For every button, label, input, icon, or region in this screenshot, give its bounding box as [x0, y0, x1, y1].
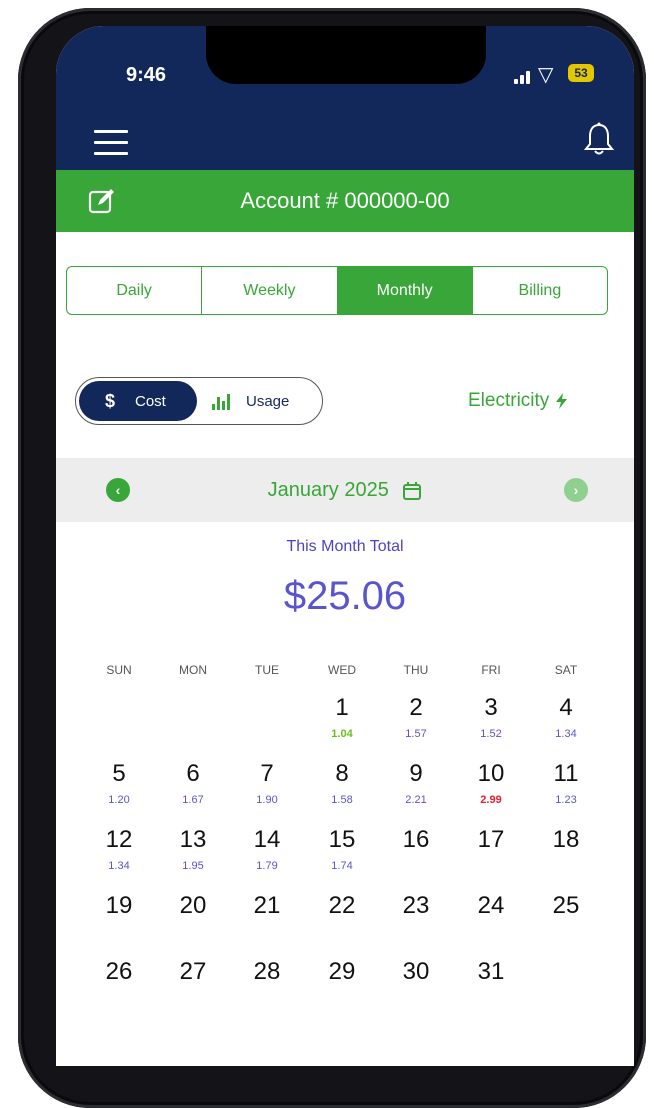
- day-cost-value: 2.99: [480, 794, 502, 806]
- day-cost-value: 1.57: [405, 728, 427, 740]
- app-header: 9:46 ▽ 53: [56, 26, 634, 170]
- calendar-day[interactable]: 6: [168, 760, 218, 788]
- calendar-day[interactable]: 31: [466, 958, 516, 986]
- calendar-day[interactable]: 10: [466, 760, 516, 788]
- cost-label: Cost: [135, 393, 166, 410]
- calendar-day[interactable]: 1: [317, 694, 367, 722]
- month-picker[interactable]: January 2025: [56, 458, 634, 522]
- bell-icon[interactable]: [584, 122, 614, 156]
- day-cost-value: 1.74: [331, 860, 353, 872]
- status-time: 9:46: [126, 64, 167, 86]
- calendar-day[interactable]: 7: [242, 760, 292, 788]
- day-cost-value: 1.90: [256, 794, 278, 806]
- calendar-day[interactable]: 24: [466, 892, 516, 920]
- calendar-day[interactable]: 19: [94, 892, 144, 920]
- app-screen: 9:46 ▽ 53 Account # 000000-00 Daily Week…: [56, 26, 634, 1066]
- calendar-day[interactable]: 14: [242, 826, 292, 854]
- previous-month-icon[interactable]: ‹: [106, 478, 130, 502]
- account-title: Account # 000000-00: [240, 188, 450, 213]
- calendar-day[interactable]: 15: [317, 826, 367, 854]
- calendar-day[interactable]: 21: [242, 892, 292, 920]
- calendar-day[interactable]: 17: [466, 826, 516, 854]
- calendar-day[interactable]: 4: [541, 694, 591, 722]
- calendar-day[interactable]: 9: [391, 760, 441, 788]
- cost-option[interactable]: $ Cost: [79, 381, 197, 421]
- hamburger-menu-icon[interactable]: [94, 130, 128, 156]
- weekday-tue: TUE: [255, 663, 279, 677]
- calendar-day[interactable]: 28: [242, 958, 292, 986]
- dollar-icon: $: [105, 391, 116, 411]
- weekday-wed: WED: [328, 663, 356, 677]
- bar-chart-icon: [212, 394, 230, 410]
- weekday-fri: FRI: [481, 663, 501, 677]
- day-cost-value: 1.34: [108, 860, 130, 872]
- day-cost-value: 1.58: [331, 794, 353, 806]
- calendar-day[interactable]: 18: [541, 826, 591, 854]
- weekday-sun: SUN: [106, 663, 132, 677]
- phone-frame: 9:46 ▽ 53 Account # 000000-00 Daily Week…: [18, 8, 646, 1108]
- day-cost-value: 2.21: [405, 794, 427, 806]
- weekday-mon: MON: [179, 663, 207, 677]
- day-cost-value: 1.34: [555, 728, 577, 740]
- period-tabs: Daily Weekly Monthly Billing: [66, 266, 608, 315]
- utility-selector[interactable]: Electricity: [468, 390, 569, 412]
- calendar-day[interactable]: 12: [94, 826, 144, 854]
- tab-daily[interactable]: Daily: [67, 267, 203, 314]
- lightning-icon: [555, 392, 567, 409]
- calendar-day[interactable]: 30: [391, 958, 441, 986]
- calendar-day[interactable]: 27: [168, 958, 218, 986]
- calendar-day[interactable]: 13: [168, 826, 218, 854]
- total-label: This Month Total: [286, 538, 404, 555]
- battery-icon: 53: [568, 64, 594, 82]
- weekday-thu: THU: [403, 663, 429, 677]
- utility-label: Electricity: [468, 390, 550, 411]
- calendar-day[interactable]: 22: [317, 892, 367, 920]
- day-cost-value: 1.04: [331, 728, 353, 740]
- calendar-day[interactable]: 8: [317, 760, 367, 788]
- tab-billing[interactable]: Billing: [473, 267, 607, 314]
- calendar-day[interactable]: 11: [541, 760, 591, 788]
- account-bar: Account # 000000-00: [56, 170, 634, 232]
- next-month-icon[interactable]: ›: [564, 478, 588, 502]
- calendar-day[interactable]: 26: [94, 958, 144, 986]
- day-cost-value: 1.52: [480, 728, 502, 740]
- calendar-day[interactable]: 23: [391, 892, 441, 920]
- day-cost-value: 1.20: [108, 794, 130, 806]
- calendar-day[interactable]: 16: [391, 826, 441, 854]
- day-cost-value: 1.23: [555, 794, 577, 806]
- month-navigator: January 2025 ‹ ›: [56, 458, 634, 522]
- calendar-day[interactable]: 2: [391, 694, 441, 722]
- day-cost-value: 1.95: [182, 860, 204, 872]
- tab-weekly[interactable]: Weekly: [202, 267, 338, 314]
- weekday-sat: SAT: [554, 663, 578, 677]
- calendar-day[interactable]: 3: [466, 694, 516, 722]
- usage-label: Usage: [246, 393, 290, 410]
- calendar-day[interactable]: 20: [168, 892, 218, 920]
- calendar-icon: [403, 481, 422, 500]
- month-label: January 2025: [267, 479, 389, 501]
- wifi-icon: ▽: [538, 64, 554, 86]
- camera-notch: [206, 26, 486, 84]
- calendar-day[interactable]: 5: [94, 760, 144, 788]
- cost-usage-toggle: $ Cost Usage: [75, 377, 323, 425]
- calendar-day[interactable]: 29: [317, 958, 367, 986]
- total-value: $25.06: [283, 574, 407, 618]
- usage-option[interactable]: Usage: [210, 381, 318, 421]
- calendar-day[interactable]: 25: [541, 892, 591, 920]
- signal-icon: [514, 68, 536, 84]
- day-cost-value: 1.79: [256, 860, 278, 872]
- day-cost-value: 1.67: [182, 794, 204, 806]
- tab-monthly[interactable]: Monthly: [337, 267, 473, 314]
